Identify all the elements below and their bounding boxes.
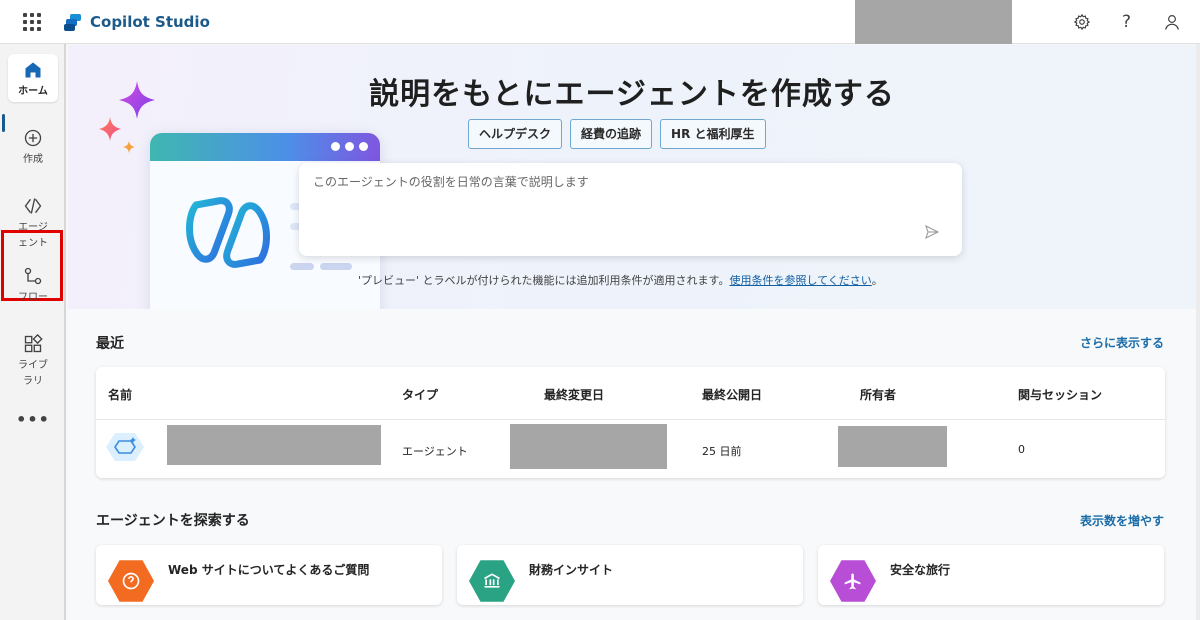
- nav-item-label: エージェント: [18, 222, 48, 249]
- cell-sessions: 0: [1018, 443, 1025, 456]
- terms-note-suffix: 。: [871, 274, 883, 287]
- nav-item-label: ホーム: [18, 86, 48, 97]
- nav-item-library[interactable]: ライブラリ: [8, 332, 58, 390]
- redacted-agent-name: [167, 425, 381, 465]
- plus-circle-icon: [23, 126, 43, 150]
- redacted-modified-date: [510, 424, 667, 469]
- flow-icon: [23, 264, 43, 288]
- nav-item-agents[interactable]: エージェント: [8, 194, 58, 252]
- home-icon: [23, 58, 43, 82]
- recent-section-title: 最近: [96, 336, 124, 352]
- column-header-type[interactable]: タイプ: [402, 386, 438, 403]
- top-bar: Copilot Studio ?: [0, 0, 1200, 44]
- explore-card-faq[interactable]: Web サイトについてよくあるご質問: [96, 545, 442, 605]
- brand[interactable]: Copilot Studio: [64, 13, 210, 31]
- header-divider: [96, 419, 1165, 420]
- column-header-name[interactable]: 名前: [108, 386, 132, 403]
- show-more-link[interactable]: 表示数を増やす: [1080, 512, 1164, 529]
- terms-link[interactable]: 使用条件を参照してください: [729, 274, 871, 287]
- chip-hr-benefits[interactable]: HR と福利厚生: [660, 119, 766, 149]
- send-button[interactable]: [922, 222, 942, 242]
- nav-item-flows[interactable]: フロー: [8, 264, 58, 306]
- nav-item-label: ライブラリ: [18, 360, 48, 387]
- gear-icon: [1073, 13, 1090, 31]
- preview-terms-note: 'プレビュー' とラベルが付けられた機能には追加利用条件が適用されます。使用条件…: [358, 272, 883, 288]
- column-header-published[interactable]: 最終公開日: [702, 386, 762, 403]
- agent-description-input[interactable]: [313, 175, 913, 189]
- nav-item-home[interactable]: ホーム: [8, 54, 58, 102]
- airplane-icon: [830, 560, 876, 602]
- prompt-box: [299, 163, 962, 256]
- explore-card-title: 財務インサイト: [529, 563, 614, 577]
- redacted-environment-selector[interactable]: [855, 0, 1012, 44]
- explore-card-title: Web サイトについてよくあるご質問: [168, 563, 370, 577]
- waffle-icon: [23, 12, 41, 31]
- explore-card-title: 安全な旅行: [890, 563, 951, 577]
- column-header-sessions[interactable]: 関与セッション: [1018, 386, 1102, 403]
- agent-icon: [23, 194, 43, 218]
- left-nav-rail: ホーム 作成 エージェント フロー ライブラリ •••: [0, 44, 66, 620]
- suggestion-chips: ヘルプデスク 経費の追跡 HR と福利厚生: [468, 119, 766, 149]
- nav-item-create[interactable]: 作成: [8, 126, 58, 168]
- account-button[interactable]: [1149, 0, 1194, 44]
- hero-banner: 説明をもとにエージェントを作成する ヘルプデスク 経費の追跡 HR と福利厚生 …: [68, 45, 1196, 309]
- column-header-owner[interactable]: 所有者: [860, 386, 896, 403]
- nav-item-label: 作成: [23, 154, 43, 165]
- help-icon: ?: [1121, 12, 1132, 32]
- main-content: 最近 さらに表示する 名前 タイプ 最終変更日 最終公開日 所有者 関与セッショ…: [68, 309, 1196, 620]
- copilot-studio-logo-icon: [64, 13, 82, 31]
- agent-avatar-icon: [106, 433, 144, 461]
- help-button[interactable]: ?: [1104, 0, 1149, 44]
- nav-item-label: フロー: [18, 292, 48, 303]
- question-icon: [108, 560, 154, 602]
- chip-expense-tracking[interactable]: 経費の追跡: [570, 119, 653, 149]
- explore-card-travel[interactable]: 安全な旅行: [818, 545, 1164, 605]
- copilot-logo-icon: [186, 197, 270, 268]
- app-launcher-button[interactable]: [0, 0, 64, 44]
- chip-helpdesk[interactable]: ヘルプデスク: [468, 119, 563, 149]
- bank-icon: [469, 560, 515, 602]
- explore-section-title: エージェントを探索する: [96, 513, 250, 529]
- cell-type: エージェント: [402, 445, 468, 458]
- page-scrollbar[interactable]: [1196, 44, 1200, 620]
- terms-note-text: 'プレビュー' とラベルが付けられた機能には追加利用条件が適用されます。: [358, 274, 730, 287]
- recent-table: 名前 タイプ 最終変更日 最終公開日 所有者 関与セッション エージェント 25…: [96, 367, 1165, 478]
- settings-button[interactable]: [1059, 0, 1104, 44]
- column-header-modified[interactable]: 最終変更日: [544, 386, 604, 403]
- see-more-link[interactable]: さらに表示する: [1080, 334, 1164, 351]
- redacted-owner: [838, 426, 947, 467]
- active-indicator: [2, 114, 5, 132]
- cell-published: 25 日前: [702, 445, 742, 458]
- send-icon: [925, 224, 940, 240]
- explore-card-finance[interactable]: 財務インサイト: [457, 545, 803, 605]
- person-icon: [1164, 15, 1179, 30]
- library-icon: [23, 332, 43, 356]
- more-button[interactable]: •••: [8, 410, 58, 429]
- hero-title: 説明をもとにエージェントを作成する: [369, 77, 895, 112]
- app-title: Copilot Studio: [90, 12, 210, 31]
